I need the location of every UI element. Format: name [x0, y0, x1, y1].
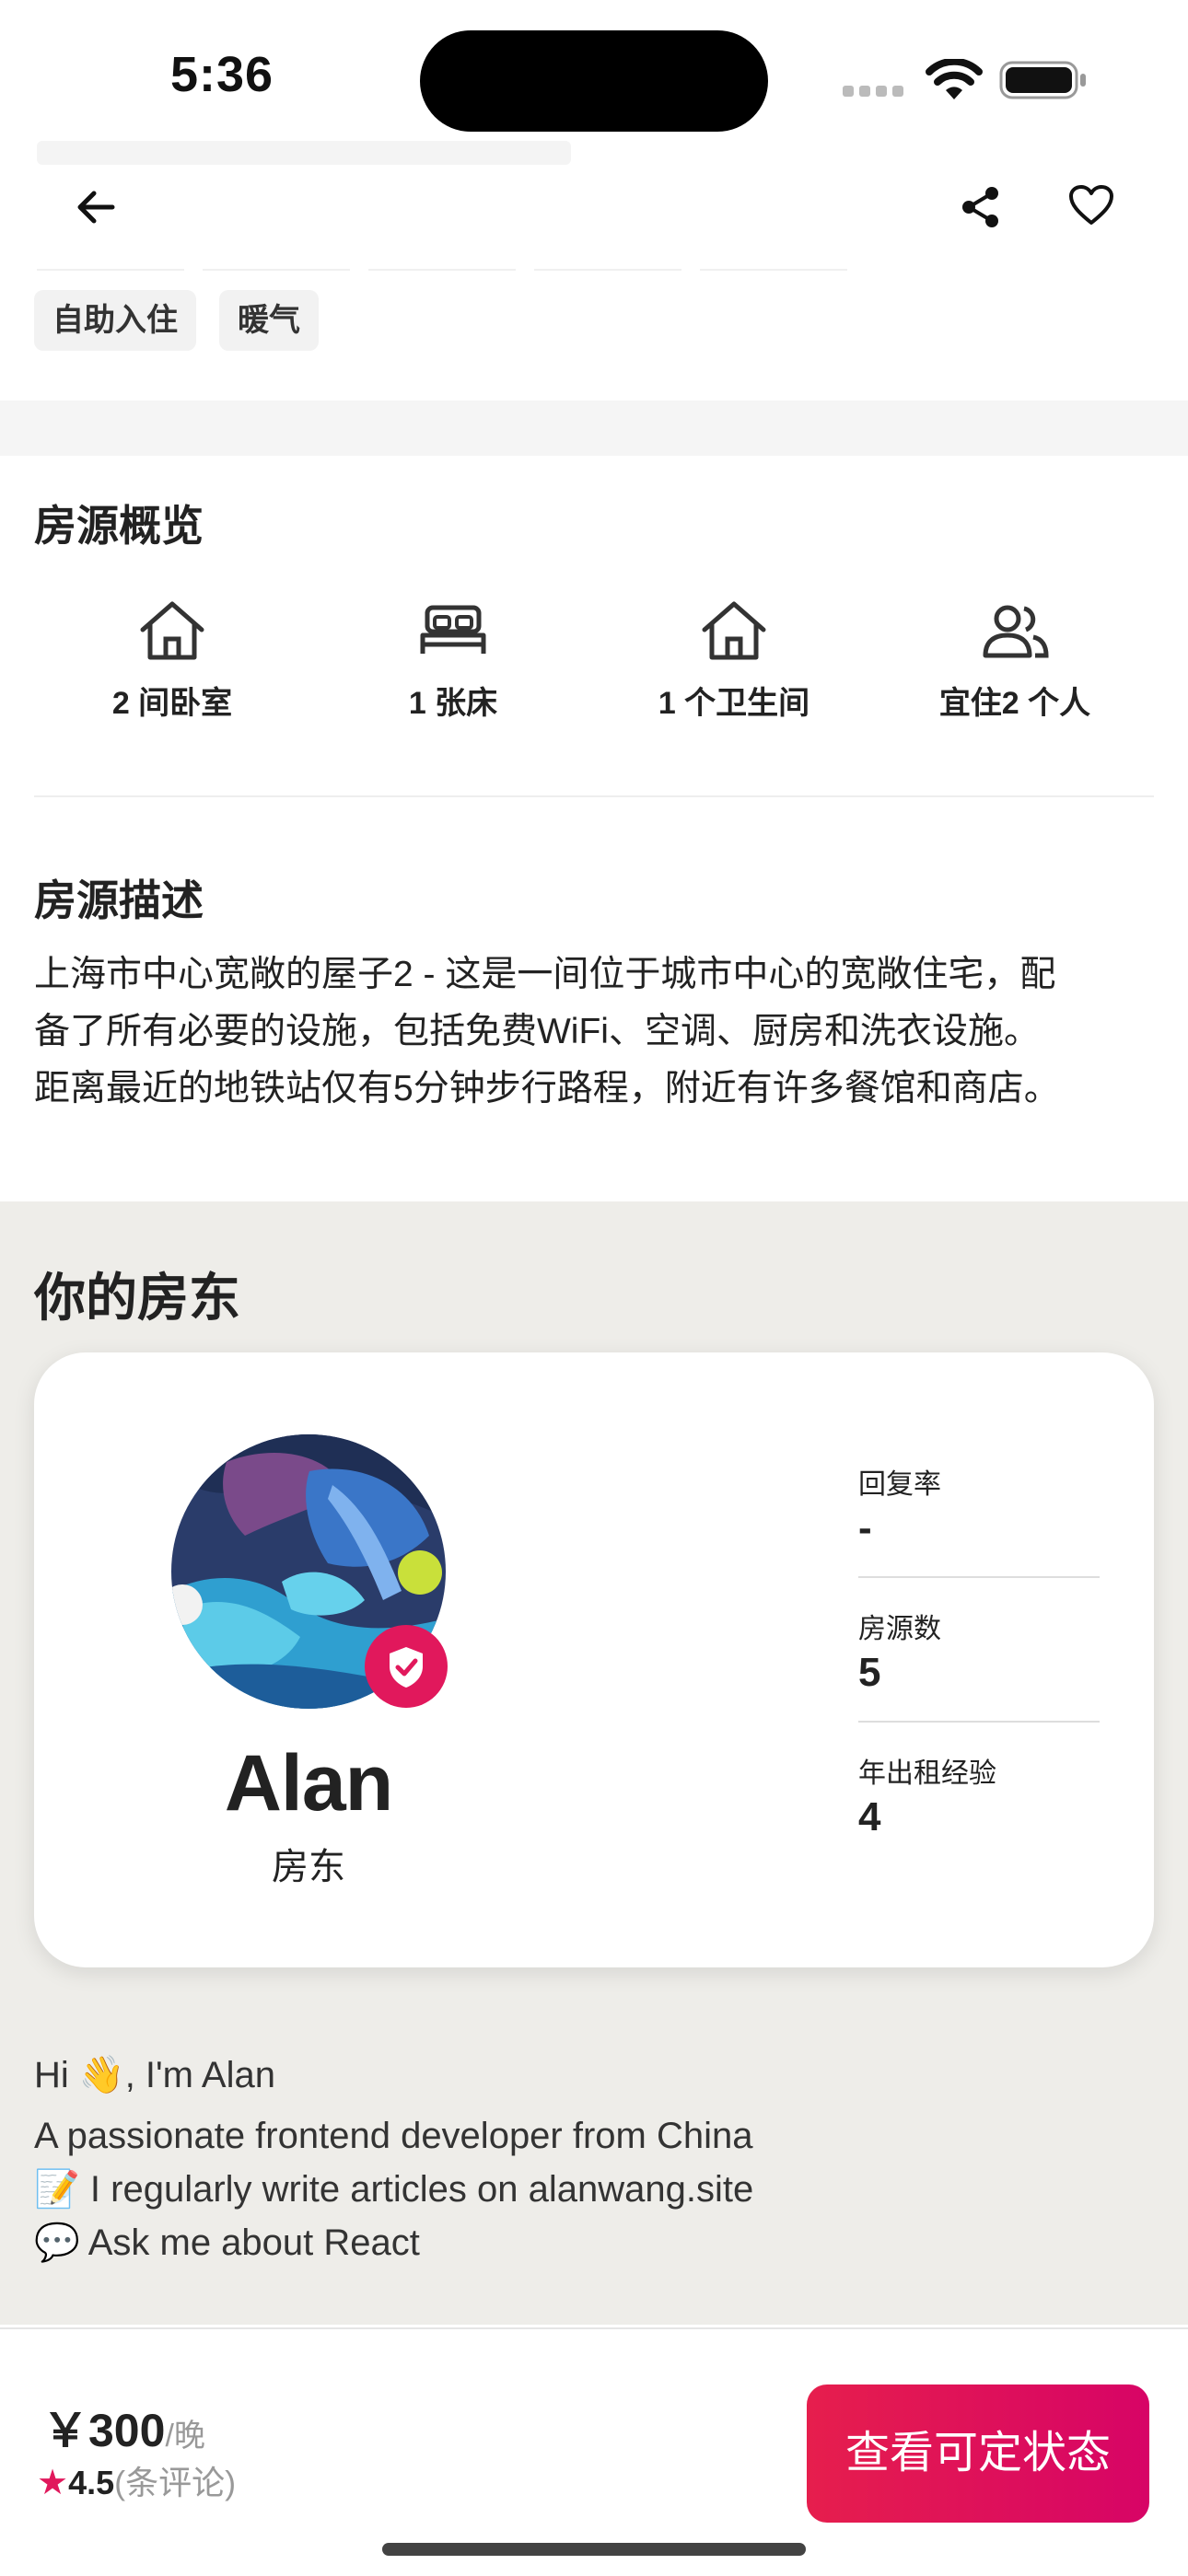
amenity-tag: 暖气: [219, 290, 319, 351]
wifi-icon: [926, 57, 983, 106]
stat-response-rate: 回复率 -: [858, 1461, 1098, 1551]
arrow-left-icon: [77, 191, 115, 224]
rating-value: 4.5: [68, 2464, 115, 2501]
rating: ★4.5(条评论): [37, 2456, 236, 2504]
verified-badge: [365, 1625, 448, 1708]
stat-label: 年出租经验: [858, 1758, 996, 1789]
battery-icon: [999, 59, 1088, 106]
overview-label: 1 张床: [408, 686, 498, 721]
overview-label: 宜住2 个人: [938, 686, 1091, 721]
house-icon: [702, 601, 766, 660]
stat-divider: [858, 1576, 1100, 1578]
overview-label: 2 间卧室: [111, 686, 233, 721]
bio-line: A passionate frontend developer from Chi…: [34, 2116, 753, 2156]
host-role: 房东: [272, 1847, 345, 1887]
host-bio: Hi 👋, I'm Alan A passionate frontend dev…: [34, 2048, 753, 2269]
home-indicator[interactable]: [382, 2543, 806, 2556]
overview-guests: 宜住2 个人: [877, 598, 1153, 723]
stat-value: 4: [858, 1794, 881, 1839]
cellular-signal-icon: [843, 85, 909, 101]
favorite-button[interactable]: [1068, 184, 1120, 230]
share-button[interactable]: [958, 184, 1004, 230]
stat-value: 5: [858, 1650, 881, 1695]
stat-divider: [858, 1721, 1100, 1723]
stat-listings: 房源数 5: [858, 1606, 1098, 1696]
stat-hosting-years: 年出租经验 4: [858, 1750, 1098, 1840]
stat-label: 房源数: [858, 1614, 941, 1644]
stat-value: -: [858, 1505, 872, 1550]
check-availability-button[interactable]: 查看可定状态: [807, 2385, 1149, 2523]
heart-icon: [1069, 185, 1113, 225]
overview-beds: 1 张床: [315, 598, 591, 723]
description-line: 备了所有必要的设施，包括免费WiFi、空调、厨房和洗衣设施。: [34, 1012, 1040, 1051]
back-button[interactable]: [74, 184, 129, 230]
people-icon: [983, 605, 1049, 658]
divider: [34, 795, 1154, 797]
overview-bedrooms: 2 间卧室: [34, 598, 310, 723]
price: ￥300/晚: [42, 2394, 205, 2460]
amenity-tag: 自助入住: [34, 290, 196, 351]
status-time: 5:36: [170, 47, 274, 102]
house-icon: [140, 601, 204, 660]
bio-line: 📝 I regularly write articles on alanwang…: [34, 2169, 754, 2210]
shield-check-icon: [390, 1647, 423, 1688]
dynamic-island: [420, 30, 768, 132]
host-section-title: 你的房东: [34, 1269, 240, 1327]
star-icon: ★: [37, 2464, 69, 2502]
overview-label: 1 个卫生间: [658, 686, 810, 721]
price-per: /晚: [165, 2419, 205, 2454]
bed-icon: [420, 605, 486, 654]
share-icon: [962, 187, 998, 227]
section-separator: [0, 400, 1188, 456]
description-line: 上海市中心宽敞的屋子2 - 这是一间位于城市中心的宽敞住宅，配: [34, 955, 1056, 994]
description-text: 上海市中心宽敞的屋子2 - 这是一间位于城市中心的宽敞住宅，配 备了所有必要的设…: [34, 946, 1158, 1118]
description-line: 距离最近的地铁站仅有5分钟步行路程，附近有许多餐馆和商店。: [34, 1069, 1060, 1108]
stat-label: 回复率: [858, 1469, 941, 1500]
faded-tag-row: [37, 221, 866, 271]
overview-bathrooms: 1 个卫生间: [596, 598, 872, 723]
bio-line: 💬 Ask me about React: [34, 2222, 420, 2263]
overview-title: 房源概览: [34, 502, 204, 550]
description-title: 房源描述: [34, 876, 204, 924]
review-count: (条评论): [114, 2464, 237, 2501]
host-name: Alan: [224, 1739, 393, 1828]
price-amount: 300: [88, 2405, 166, 2456]
faded-listing-title: [37, 133, 589, 180]
price-currency: ￥: [42, 2405, 88, 2456]
bio-line: Hi 👋, I'm Alan: [34, 2055, 275, 2095]
